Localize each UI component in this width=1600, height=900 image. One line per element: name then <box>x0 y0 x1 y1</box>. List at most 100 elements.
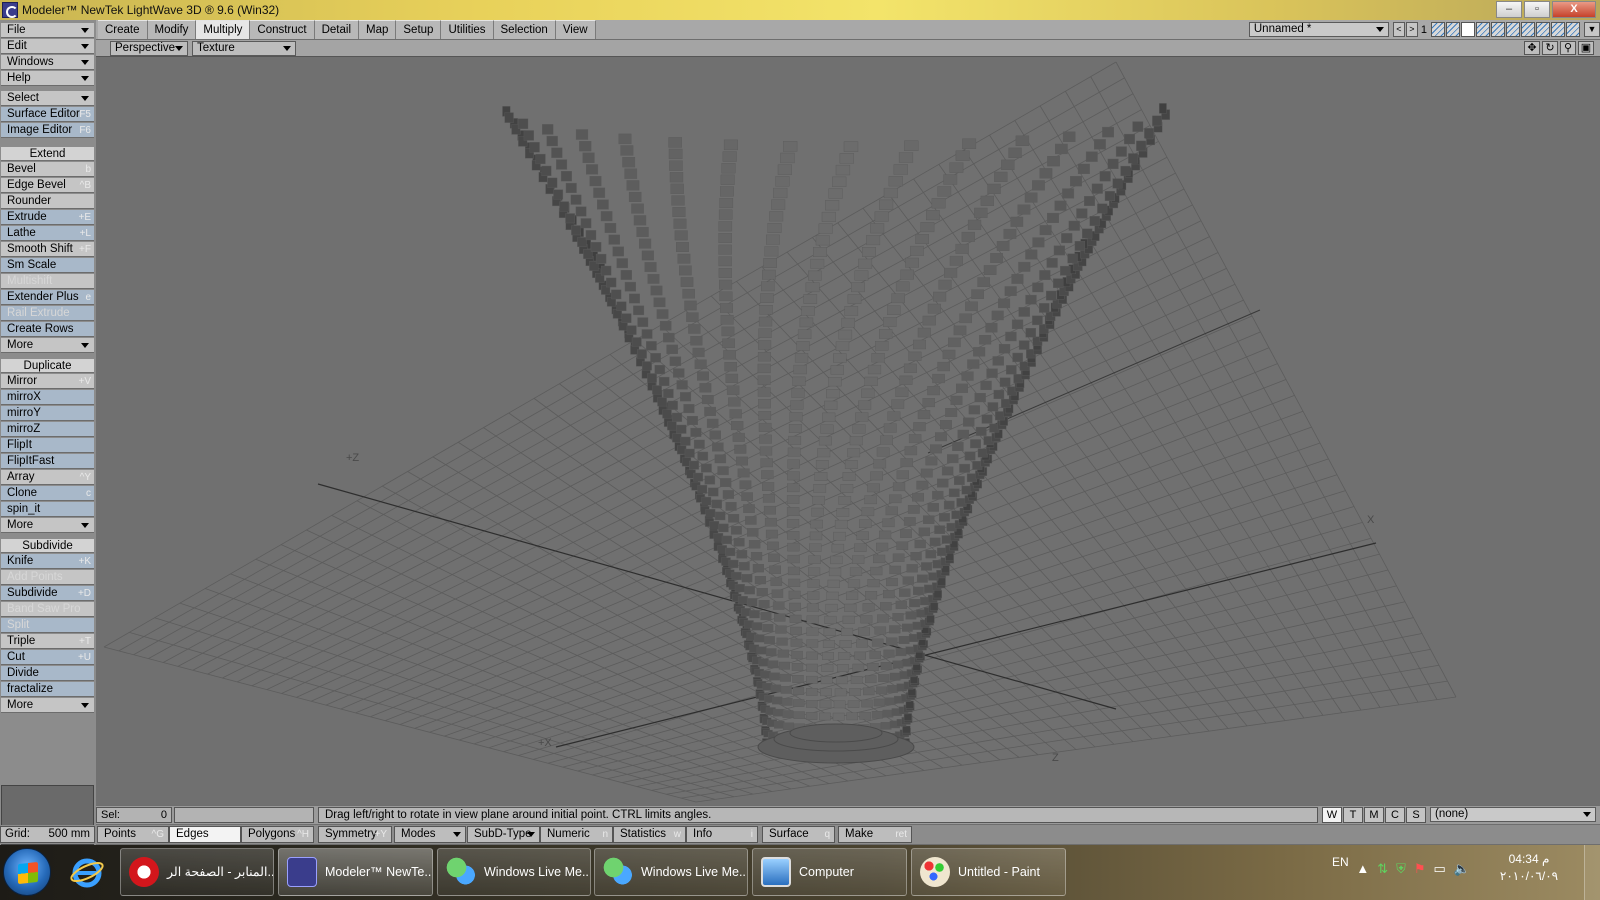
extrude-button[interactable]: Extrude +E <box>1 210 94 225</box>
layer-menu-chevron-down-icon[interactable]: ▼ <box>1584 22 1600 37</box>
layer-slot[interactable] <box>1521 22 1535 37</box>
array-button[interactable]: Array ^Y <box>1 470 94 485</box>
show-hidden-icons-icon[interactable]: ▲ <box>1356 861 1369 877</box>
zoom-icon[interactable]: ⚲ <box>1560 41 1576 55</box>
layer-slot[interactable] <box>1446 22 1460 37</box>
rounder-button[interactable]: Rounder <box>1 194 94 209</box>
symmetry-button[interactable]: Symmetry +Y <box>318 826 392 843</box>
layer-slot[interactable] <box>1566 22 1580 37</box>
triple-button[interactable]: Triple +T <box>1 634 94 649</box>
tab-setup[interactable]: Setup <box>396 20 442 39</box>
layer-slot[interactable] <box>1461 22 1475 37</box>
lathe-button[interactable]: Lathe +L <box>1 226 94 241</box>
minimize-button[interactable]: – <box>1496 1 1522 18</box>
smooth-shift-button[interactable]: Smooth Shift +F <box>1 242 94 257</box>
tab-map[interactable]: Map <box>359 20 397 39</box>
select-menu[interactable]: Select <box>1 91 94 106</box>
modes-dropdown[interactable]: Modes <box>394 826 466 843</box>
perspective-viewport[interactable]: +Z X +X Z <box>96 57 1600 805</box>
next-layer-button[interactable]: > <box>1405 22 1418 37</box>
sm-scale-button[interactable]: Sm Scale <box>1 258 94 273</box>
tab-create[interactable]: Create <box>98 20 148 39</box>
knife-button[interactable]: Knife +K <box>1 554 94 569</box>
layer-slot[interactable] <box>1506 22 1520 37</box>
duplicate-more-menu[interactable]: More <box>1 518 94 533</box>
render-mode-dropdown[interactable]: Texture <box>192 41 296 56</box>
scene-canvas[interactable] <box>96 57 1600 805</box>
flipitfast-button[interactable]: FlipItFast <box>1 454 94 469</box>
file-menu[interactable]: File <box>1 23 94 38</box>
taskbar-messenger-window[interactable]: Windows Live Me... <box>594 848 748 896</box>
taskbar-modeler-window[interactable]: Modeler™ NewTe... <box>278 848 433 896</box>
rotate-icon[interactable]: ↻ <box>1542 41 1558 55</box>
view-s-button[interactable]: S <box>1406 807 1426 823</box>
tab-construct[interactable]: Construct <box>250 20 315 39</box>
subdivide-button[interactable]: Subdivide +D <box>1 586 94 601</box>
fractalize-button[interactable]: fractalize <box>1 682 94 697</box>
layer-slot[interactable] <box>1476 22 1490 37</box>
clone-button[interactable]: Clone c <box>1 486 94 501</box>
maximize-icon[interactable]: ▣ <box>1578 41 1594 55</box>
points-mode-button[interactable]: Points ^G <box>97 826 169 843</box>
object-dropdown[interactable]: Unnamed * <box>1248 22 1389 37</box>
clock[interactable]: 04:34 م ٢٠١٠/٠٦/٠٩ <box>1484 851 1574 885</box>
cut-button[interactable]: Cut +U <box>1 650 94 665</box>
subd-type-dropdown[interactable]: SubD-Type <box>467 826 540 843</box>
tab-selection[interactable]: Selection <box>493 20 556 39</box>
move-icon[interactable]: ✥ <box>1524 41 1540 55</box>
view-c-button[interactable]: C <box>1385 807 1405 823</box>
statistics-button[interactable]: Statistics w <box>613 826 686 843</box>
layer-slot[interactable] <box>1551 22 1565 37</box>
bevel-button[interactable]: Bevel b <box>1 162 94 177</box>
edge-bevel-button[interactable]: Edge Bevel ^B <box>1 178 94 193</box>
mirroy-button[interactable]: mirroY <box>1 406 94 421</box>
multishift-button[interactable]: Multishift <box>1 274 94 289</box>
network-sync-icon[interactable]: ⇅ <box>1377 861 1388 877</box>
layer-slot[interactable] <box>1491 22 1505 37</box>
rail-extrude-button[interactable]: Rail Extrude <box>1 306 94 321</box>
surface-editor-button[interactable]: Surface Editor F5 <box>1 107 94 122</box>
network-icon[interactable]: ▭ <box>1434 861 1446 877</box>
security-shield-icon[interactable]: ⛨ <box>1396 861 1406 877</box>
taskbar-paint-window[interactable]: Untitled - Paint <box>911 848 1066 896</box>
surface-filter-dropdown[interactable]: (none) <box>1430 807 1596 822</box>
help-menu[interactable]: Help <box>1 71 94 86</box>
create-rows-button[interactable]: Create Rows <box>1 322 94 337</box>
internet-explorer-icon[interactable] <box>68 853 106 891</box>
subdivide-more-menu[interactable]: More <box>1 698 94 713</box>
view-t-button[interactable]: T <box>1343 807 1363 823</box>
surface-button[interactable]: Surface q <box>762 826 835 843</box>
image-editor-button[interactable]: Image Editor F6 <box>1 123 94 138</box>
numeric-button[interactable]: Numeric n <box>540 826 613 843</box>
mirror-button[interactable]: Mirror +V <box>1 374 94 389</box>
taskbar-messenger-window[interactable]: Windows Live Me... <box>437 848 591 896</box>
edit-menu[interactable]: Edit <box>1 39 94 54</box>
tab-detail[interactable]: Detail <box>314 20 360 39</box>
edges-mode-button[interactable]: Edges <box>169 826 241 843</box>
volume-icon[interactable]: 🔈 <box>1454 861 1470 877</box>
split-button[interactable]: Split <box>1 618 94 633</box>
extend-more-menu[interactable]: More <box>1 338 94 353</box>
add-points-button[interactable]: Add Points <box>1 570 94 585</box>
spin-it-button[interactable]: spin_it <box>1 502 94 517</box>
tab-utilities[interactable]: Utilities <box>441 20 494 39</box>
flipit-button[interactable]: FlipIt <box>1 438 94 453</box>
divide-button[interactable]: Divide <box>1 666 94 681</box>
layer-slot[interactable] <box>1431 22 1445 37</box>
extender-plus-button[interactable]: Extender Plus e <box>1 290 94 305</box>
layer-slot[interactable] <box>1536 22 1550 37</box>
info-button[interactable]: Info i <box>686 826 758 843</box>
taskbar-opera-window[interactable]: المنابر - الصفحة الر... <box>120 848 274 896</box>
mirroz-button[interactable]: mirroZ <box>1 422 94 437</box>
show-desktop-button[interactable] <box>1584 845 1600 900</box>
view-m-button[interactable]: M <box>1364 807 1384 823</box>
view-w-button[interactable]: W <box>1322 807 1342 823</box>
view-type-dropdown[interactable]: Perspective <box>110 41 188 56</box>
mirrox-button[interactable]: mirroX <box>1 390 94 405</box>
band-saw-pro-button[interactable]: Band Saw Pro <box>1 602 94 617</box>
start-button[interactable] <box>3 848 51 896</box>
close-button[interactable]: X <box>1552 1 1596 18</box>
tab-modify[interactable]: Modify <box>147 20 197 39</box>
action-center-flag-icon[interactable]: ⚑ <box>1414 861 1426 877</box>
windows-menu[interactable]: Windows <box>1 55 94 70</box>
